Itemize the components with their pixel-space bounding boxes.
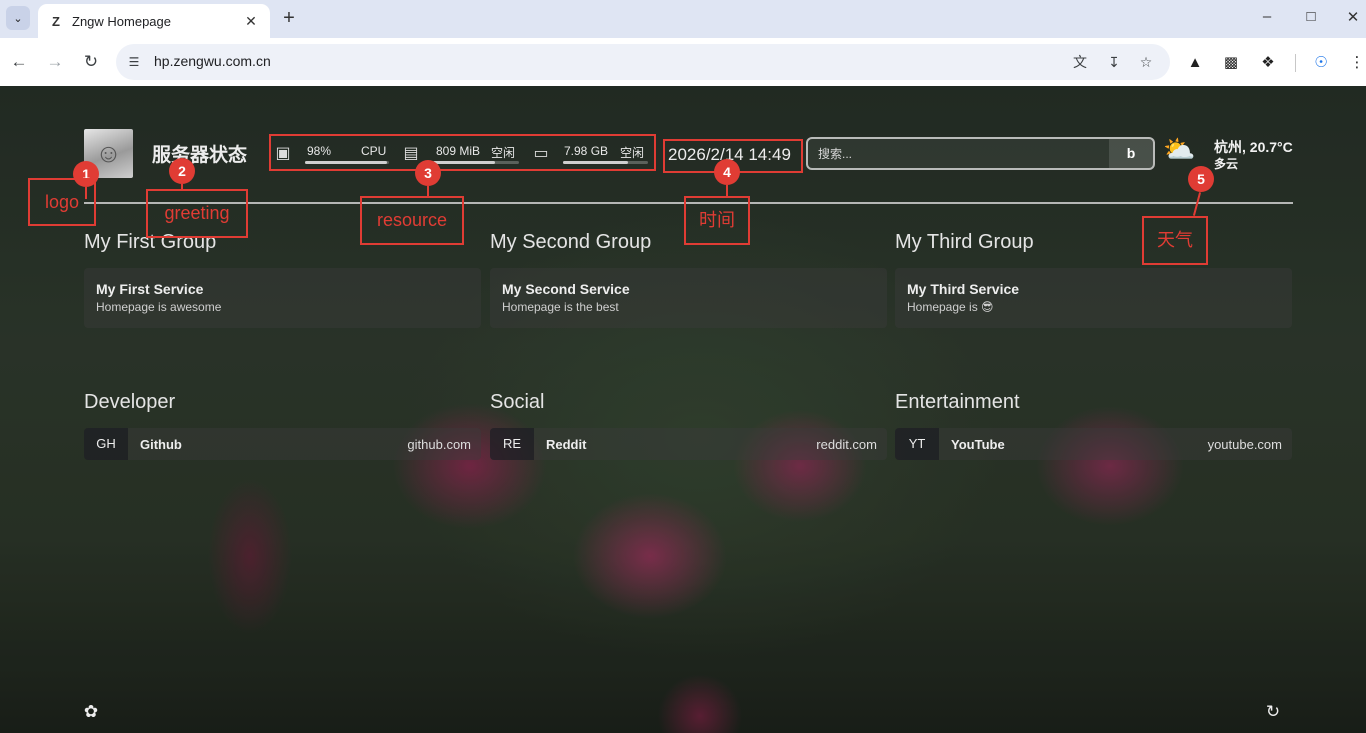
disk-bar-fill bbox=[563, 161, 628, 164]
annotation-marker: 4 bbox=[714, 159, 740, 185]
group-title: My Third Group bbox=[895, 231, 1034, 253]
bookmark-url: reddit.com bbox=[816, 437, 877, 452]
toolbar-divider bbox=[1295, 54, 1296, 72]
tab-list-icon[interactable]: ⌄ bbox=[6, 6, 30, 30]
annotation-label: logo bbox=[28, 178, 96, 226]
service-name: My Second Service bbox=[502, 281, 630, 297]
menu-icon[interactable]: ⋮ bbox=[1346, 52, 1366, 74]
annotation-connector bbox=[1192, 192, 1202, 216]
bookmark-group-title: Entertainment bbox=[895, 391, 1020, 413]
bookmark-abbr: RE bbox=[490, 428, 534, 460]
homepage-background: ☺ 服务器状态 ▣ 98% CPU ▤ 809 MiB 空闲 ▭ 7.98 GB… bbox=[0, 86, 1366, 733]
close-icon[interactable]: ✕ bbox=[242, 13, 260, 30]
tab-favicon: Z bbox=[52, 13, 60, 29]
bookmark-group-title: Developer bbox=[84, 391, 176, 413]
palette-icon[interactable]: ✿ bbox=[81, 702, 101, 722]
search-box: b bbox=[806, 137, 1155, 170]
bookmark-url: youtube.com bbox=[1207, 437, 1282, 452]
weather-condition: 多云 bbox=[1214, 157, 1239, 171]
back-icon[interactable]: ← bbox=[8, 51, 30, 73]
annotation-marker: 5 bbox=[1188, 166, 1214, 192]
bookmark-abbr: GH bbox=[84, 428, 128, 460]
star-icon[interactable]: ☆ bbox=[1136, 52, 1156, 72]
search-input[interactable] bbox=[818, 145, 1108, 163]
annotation-label: 天气 bbox=[1142, 216, 1208, 265]
cpu-value: 98% bbox=[307, 144, 332, 158]
tab-title: Zngw Homepage bbox=[72, 13, 171, 29]
bookmark-item[interactable]: RE Reddit reddit.com bbox=[490, 428, 887, 460]
maximize-icon[interactable]: □ bbox=[1296, 8, 1326, 30]
service-card[interactable]: My Third Service Homepage is 😎 bbox=[895, 268, 1292, 328]
site-info-icon[interactable]: ☰ bbox=[124, 52, 144, 72]
annotation-label: 时间 bbox=[684, 196, 750, 245]
bookmark-name: Github bbox=[140, 437, 182, 452]
cpu-bar-fill bbox=[305, 161, 388, 164]
annotation-marker: 2 bbox=[169, 158, 195, 184]
translate-icon[interactable]: 文 bbox=[1070, 52, 1090, 72]
greeting-text: 服务器状态 bbox=[152, 145, 248, 166]
address-bar[interactable]: ☰ hp.zengwu.com.cn 文 ↧ ☆ bbox=[116, 44, 1170, 80]
service-description: Homepage is the best bbox=[502, 300, 619, 314]
profile-icon[interactable]: ☉ bbox=[1310, 52, 1332, 74]
annotation-label: greeting bbox=[146, 189, 248, 238]
puzzle-icon[interactable]: ❖ bbox=[1257, 52, 1279, 74]
annotation-marker: 3 bbox=[415, 160, 441, 186]
memory-icon: ▤ bbox=[403, 145, 419, 162]
partly-cloudy-icon: ⛅ bbox=[1163, 134, 1196, 164]
cpu-widget: ▣ 98% CPU bbox=[273, 144, 391, 166]
cpu-label: CPU bbox=[361, 144, 387, 158]
service-description: Homepage is awesome bbox=[96, 300, 222, 314]
service-card[interactable]: My First Service Homepage is awesome bbox=[84, 268, 481, 328]
disk-bar bbox=[563, 161, 648, 164]
plus-icon[interactable]: + bbox=[278, 7, 300, 29]
bookmark-url: github.com bbox=[407, 437, 471, 452]
browser-tab-bar: ⌄ Z Zngw Homepage ✕ + – □ ✕ bbox=[0, 0, 1366, 38]
group-title: My Second Group bbox=[490, 231, 652, 253]
cpu-bar bbox=[305, 161, 389, 164]
bookmark-group-title: Social bbox=[490, 391, 545, 413]
browser-tab[interactable]: Z Zngw Homepage ✕ bbox=[38, 4, 270, 38]
search-button[interactable]: b bbox=[1109, 139, 1153, 168]
disk-widget: ▭ 7.98 GB 空闲 bbox=[531, 144, 651, 166]
memory-bar bbox=[433, 161, 519, 164]
bookmark-name: YouTube bbox=[951, 437, 1005, 452]
url-text[interactable]: hp.zengwu.com.cn bbox=[154, 53, 271, 69]
refresh-icon[interactable]: ↻ bbox=[1263, 702, 1283, 722]
extension-b-icon[interactable]: ▩ bbox=[1220, 52, 1242, 74]
bookmark-item[interactable]: YT YouTube youtube.com bbox=[895, 428, 1292, 460]
service-name: My First Service bbox=[96, 281, 204, 297]
service-description: Homepage is 😎 bbox=[907, 300, 994, 314]
annotation-connector bbox=[427, 186, 429, 196]
memory-bar-fill bbox=[433, 161, 495, 164]
weather-location-temp: 杭州, 20.7°C bbox=[1214, 139, 1293, 155]
bookmark-name: Reddit bbox=[546, 437, 587, 452]
browser-toolbar: ← → ↻ ☰ hp.zengwu.com.cn 文 ↧ ☆ ▲ ▩ ❖ ☉ ⋮ bbox=[0, 38, 1366, 86]
disk-icon: ▭ bbox=[533, 145, 549, 162]
annotation-label: resource bbox=[360, 196, 464, 245]
service-card[interactable]: My Second Service Homepage is the best bbox=[490, 268, 887, 328]
memory-value: 809 MiB bbox=[436, 144, 481, 158]
disk-value: 7.98 GB bbox=[564, 144, 609, 158]
memory-label: 空闲 bbox=[491, 146, 516, 160]
bookmark-item[interactable]: GH Github github.com bbox=[84, 428, 481, 460]
disk-label: 空闲 bbox=[620, 146, 645, 160]
service-name: My Third Service bbox=[907, 281, 1020, 297]
window-close-icon[interactable]: ✕ bbox=[1338, 8, 1366, 30]
bookmark-abbr: YT bbox=[895, 428, 939, 460]
reload-icon[interactable]: ↻ bbox=[80, 51, 102, 73]
extension-a-icon[interactable]: ▲ bbox=[1184, 52, 1206, 74]
cpu-icon: ▣ bbox=[275, 145, 291, 162]
minimize-icon[interactable]: – bbox=[1252, 8, 1282, 30]
forward-icon[interactable]: → bbox=[44, 51, 66, 73]
install-icon[interactable]: ↧ bbox=[1104, 52, 1124, 72]
